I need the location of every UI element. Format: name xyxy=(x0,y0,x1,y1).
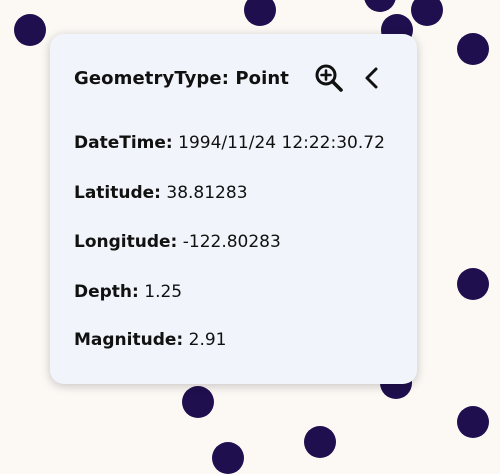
earthquake-point[interactable] xyxy=(457,268,489,300)
chevron-left-icon xyxy=(365,67,378,89)
back-button[interactable] xyxy=(355,62,389,94)
attribute-value: -122.80283 xyxy=(182,232,281,252)
earthquake-point[interactable] xyxy=(212,442,244,474)
zoom-in-icon xyxy=(315,64,343,92)
earthquake-point[interactable] xyxy=(457,406,489,438)
earthquake-point[interactable] xyxy=(457,33,489,65)
popup-title: GeometryType: Point xyxy=(74,67,290,89)
attribute-value: 1994/11/24 12:22:30.72 xyxy=(178,133,385,153)
attribute-key: Latitude: xyxy=(74,183,161,203)
attribute-key: Depth: xyxy=(74,282,139,302)
attribute-row-depth: Depth: 1.25 xyxy=(74,282,182,302)
attribute-key: Longitude: xyxy=(74,232,178,252)
attribute-value: 38.81283 xyxy=(166,183,248,203)
earthquake-point[interactable] xyxy=(304,426,336,458)
earthquake-point[interactable] xyxy=(411,0,443,26)
attribute-key: DateTime: xyxy=(74,133,173,153)
attribute-key: Magnitude: xyxy=(74,330,184,350)
attribute-row-longitude: Longitude: -122.80283 xyxy=(74,232,281,252)
attribute-row-datetime: DateTime: 1994/11/24 12:22:30.72 xyxy=(74,133,385,153)
feature-popup: GeometryType: Point DateTime: 1994/11/24… xyxy=(50,34,417,384)
attribute-value: 2.91 xyxy=(188,330,227,350)
popup-header: GeometryType: Point xyxy=(74,62,393,94)
earthquake-point[interactable] xyxy=(244,0,276,26)
earthquake-point[interactable] xyxy=(14,14,46,46)
attribute-value: 1.25 xyxy=(144,282,183,302)
zoom-to-button[interactable] xyxy=(312,62,346,94)
attribute-row-magnitude: Magnitude: 2.91 xyxy=(74,330,226,350)
attribute-row-latitude: Latitude: 38.81283 xyxy=(74,183,248,203)
earthquake-point[interactable] xyxy=(182,386,214,418)
earthquake-point[interactable] xyxy=(364,0,396,12)
